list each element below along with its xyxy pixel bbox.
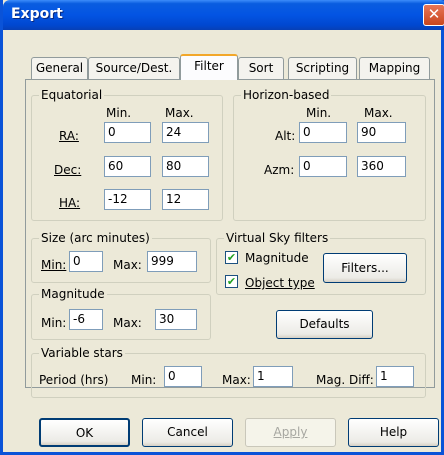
- ha-max-input[interactable]: 12: [162, 189, 209, 210]
- alt-label: Alt:: [275, 129, 296, 143]
- ok-button[interactable]: OK: [39, 418, 130, 447]
- magnitude-checkbox-label: Magnitude: [245, 251, 309, 265]
- size-legend: Size (arc minutes): [39, 231, 152, 245]
- virtual-sky-legend: Virtual Sky filters: [224, 231, 331, 245]
- horizon-max-header: Max.: [364, 106, 393, 120]
- mag-min-label: Min:: [41, 316, 67, 330]
- magnitude-checkbox[interactable]: ✔: [225, 251, 238, 264]
- filters-button[interactable]: Filters...: [323, 253, 407, 283]
- magdiff-input[interactable]: 1: [376, 366, 414, 387]
- ra-min-input[interactable]: 0: [104, 122, 151, 143]
- alt-min-input[interactable]: 0: [299, 122, 347, 143]
- ha-label: HA:: [59, 196, 81, 210]
- alt-max-input[interactable]: 90: [357, 122, 406, 143]
- object-type-checkbox[interactable]: ✔: [225, 275, 238, 288]
- panel-content: Equatorial Min. Max. RA: 0 24 Dec: 60 80…: [3, 0, 444, 455]
- ra-max-input[interactable]: 24: [162, 122, 209, 143]
- object-type-checkbox-label: Object type: [245, 276, 315, 290]
- var-min-label: Min:: [131, 373, 157, 387]
- var-min-input[interactable]: 0: [164, 366, 202, 387]
- azm-max-input[interactable]: 360: [357, 156, 406, 177]
- azm-label: Azm:: [264, 163, 295, 177]
- ha-min-input[interactable]: -12: [104, 189, 151, 210]
- size-max-input[interactable]: 999: [147, 251, 197, 272]
- equatorial-min-header: Min.: [106, 106, 132, 120]
- cancel-button[interactable]: Cancel: [142, 418, 233, 447]
- equatorial-max-header: Max.: [165, 106, 194, 120]
- dec-min-input[interactable]: 60: [104, 156, 151, 177]
- mag-max-input[interactable]: 30: [155, 309, 197, 330]
- var-max-input[interactable]: 1: [253, 366, 293, 387]
- azm-min-input[interactable]: 0: [299, 156, 347, 177]
- magdiff-label: Mag. Diff:: [316, 373, 374, 387]
- dec-label: Dec:: [54, 163, 82, 177]
- var-max-label: Max:: [222, 373, 251, 387]
- horizon-legend: Horizon-based: [241, 88, 332, 102]
- ra-label: RA:: [59, 129, 79, 143]
- variable-stars-legend: Variable stars: [39, 346, 125, 360]
- horizon-min-header: Min.: [306, 106, 332, 120]
- export-dialog: Export ✕ General Source/Dest. Filter Sor…: [0, 0, 444, 455]
- magnitude-legend: Magnitude: [39, 287, 107, 301]
- mag-min-input[interactable]: -6: [69, 309, 103, 330]
- period-label: Period (hrs): [39, 373, 109, 387]
- size-min-label: Min:: [41, 258, 67, 272]
- size-min-input[interactable]: 0: [69, 251, 103, 272]
- help-button[interactable]: Help: [348, 418, 439, 447]
- apply-button[interactable]: Apply: [245, 418, 336, 447]
- equatorial-legend: Equatorial: [39, 88, 105, 102]
- dec-max-input[interactable]: 80: [162, 156, 209, 177]
- defaults-button[interactable]: Defaults: [276, 310, 373, 339]
- mag-max-label: Max:: [113, 316, 142, 330]
- size-max-label: Max:: [113, 258, 142, 272]
